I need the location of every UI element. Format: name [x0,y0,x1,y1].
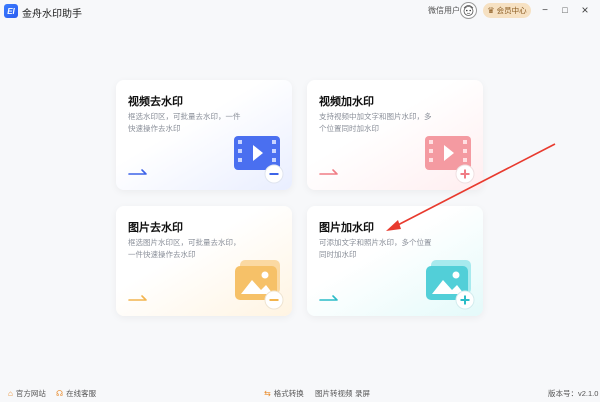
official-website-link[interactable]: ⌂ 官方网站 [8,388,46,399]
headset-icon: ☊ [56,389,64,398]
image-to-video-label: 图片转视频 [315,389,353,398]
online-support-label: 在线客服 [66,389,97,398]
online-support-link[interactable]: ☊ 在线客服 [56,388,96,399]
red-annotation-arrow [386,143,556,231]
home-icon: ⌂ [8,389,13,398]
image-to-video-link[interactable]: 图片转视频 [315,388,353,399]
format-convert-link[interactable]: ⇆ 格式转换 [264,388,304,399]
convert-icon: ⇆ [264,389,271,398]
version-label: 版本号：v2.1.0 [548,389,599,398]
official-website-label: 官方网站 [15,389,46,398]
screen-record-link[interactable]: 录屏 [355,388,370,399]
footer-bar: ⌂ 官方网站 ☊ 在线客服 ⇆ 格式转换 图片转视频 录屏 版本号：v2.1.0 [0,384,600,402]
screen-record-label: 录屏 [355,389,370,398]
format-convert-label: 格式转换 [273,389,304,398]
